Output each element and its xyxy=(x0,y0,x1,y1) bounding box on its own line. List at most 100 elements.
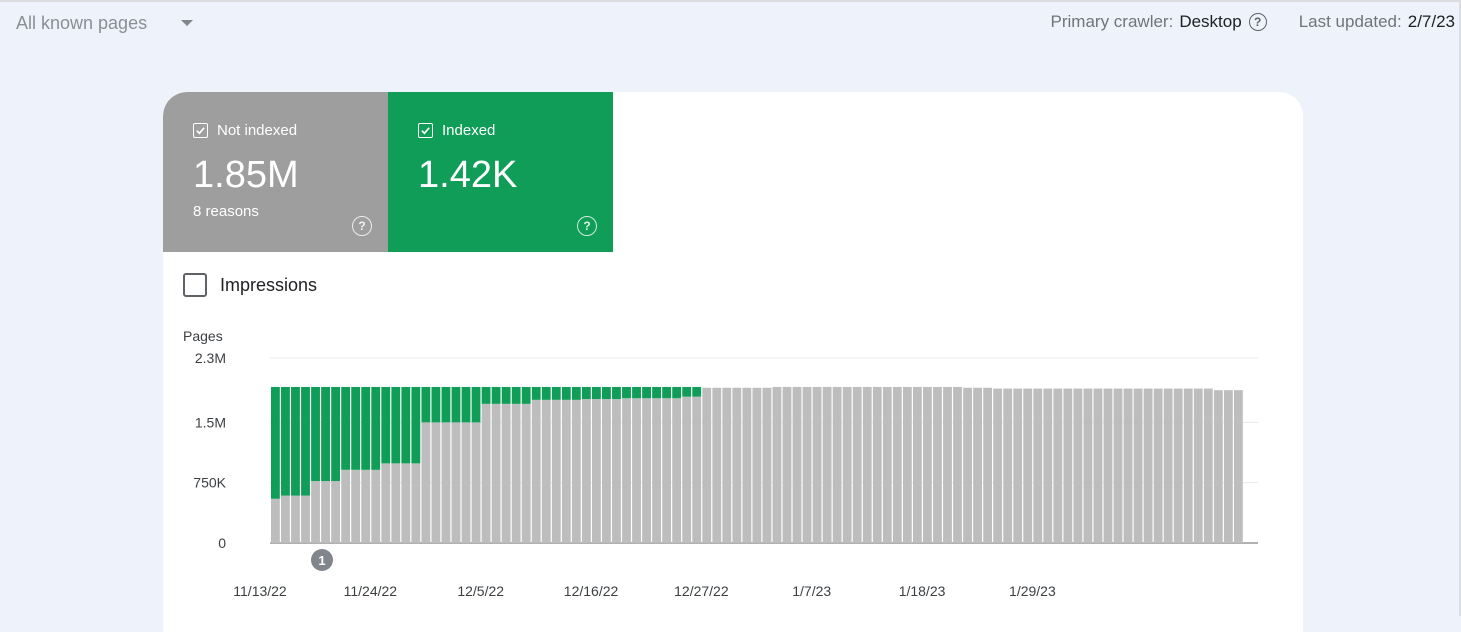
bar-not-indexed[interactable] xyxy=(622,398,631,543)
bar-not-indexed[interactable] xyxy=(993,388,1003,543)
bar-indexed[interactable] xyxy=(581,386,591,400)
bar-indexed[interactable] xyxy=(471,386,481,423)
bar-not-indexed[interactable] xyxy=(652,398,662,543)
bar-not-indexed[interactable] xyxy=(923,386,932,543)
bar-not-indexed[interactable] xyxy=(953,386,962,543)
bar-indexed[interactable] xyxy=(291,386,300,496)
bar-not-indexed[interactable] xyxy=(702,387,712,543)
bar-indexed[interactable] xyxy=(271,386,280,499)
bar-indexed[interactable] xyxy=(561,386,571,400)
bar-not-indexed[interactable] xyxy=(1133,388,1143,543)
bar-not-indexed[interactable] xyxy=(551,399,561,543)
bar-not-indexed[interactable] xyxy=(1043,388,1053,543)
bar-indexed[interactable] xyxy=(521,386,531,404)
bar-not-indexed[interactable] xyxy=(1123,388,1133,543)
bar-not-indexed[interactable] xyxy=(1233,390,1243,543)
bar-not-indexed[interactable] xyxy=(421,422,431,543)
bar-indexed[interactable] xyxy=(622,386,631,399)
bar-indexed[interactable] xyxy=(501,386,511,404)
bar-not-indexed[interactable] xyxy=(943,386,952,543)
bar-not-indexed[interactable] xyxy=(491,403,501,543)
bar-indexed[interactable] xyxy=(672,386,682,399)
bar-indexed[interactable] xyxy=(541,386,551,400)
bar-not-indexed[interactable] xyxy=(1183,388,1193,543)
bar-indexed[interactable] xyxy=(602,386,611,400)
bar-indexed[interactable] xyxy=(682,386,692,397)
bar-indexed[interactable] xyxy=(351,386,361,470)
bar-indexed[interactable] xyxy=(612,386,621,400)
bar-not-indexed[interactable] xyxy=(882,386,892,543)
bar-indexed[interactable] xyxy=(441,386,451,423)
bar-not-indexed[interactable] xyxy=(331,481,341,543)
bar-not-indexed[interactable] xyxy=(973,387,982,543)
bar-not-indexed[interactable] xyxy=(1223,390,1233,543)
bar-not-indexed[interactable] xyxy=(852,386,862,543)
bar-indexed[interactable] xyxy=(642,386,651,399)
bar-not-indexed[interactable] xyxy=(933,386,942,543)
bar-not-indexed[interactable] xyxy=(983,387,993,543)
bar-not-indexed[interactable] xyxy=(321,481,330,543)
bar-not-indexed[interactable] xyxy=(1063,388,1073,543)
bar-not-indexed[interactable] xyxy=(311,481,320,543)
bar-not-indexed[interactable] xyxy=(1153,388,1163,543)
bar-not-indexed[interactable] xyxy=(541,399,551,543)
bar-not-indexed[interactable] xyxy=(1033,388,1043,543)
bar-not-indexed[interactable] xyxy=(271,498,280,543)
bar-not-indexed[interactable] xyxy=(1093,388,1103,543)
bar-not-indexed[interactable] xyxy=(902,386,912,543)
bar-not-indexed[interactable] xyxy=(391,463,401,543)
bar-not-indexed[interactable] xyxy=(511,403,521,543)
bar-indexed[interactable] xyxy=(391,386,401,464)
bar-not-indexed[interactable] xyxy=(441,422,451,543)
bar-indexed[interactable] xyxy=(662,386,672,399)
bar-not-indexed[interactable] xyxy=(531,399,541,543)
bar-not-indexed[interactable] xyxy=(431,422,441,543)
bar-not-indexed[interactable] xyxy=(281,495,290,543)
bar-not-indexed[interactable] xyxy=(612,399,621,543)
bar-not-indexed[interactable] xyxy=(451,422,461,543)
bar-not-indexed[interactable] xyxy=(963,387,972,543)
bar-not-indexed[interactable] xyxy=(732,387,742,543)
bar-not-indexed[interactable] xyxy=(642,398,651,543)
bar-not-indexed[interactable] xyxy=(1053,388,1063,543)
bar-not-indexed[interactable] xyxy=(341,469,351,543)
bar-indexed[interactable] xyxy=(491,386,501,404)
help-icon[interactable]: ? xyxy=(1248,13,1267,31)
bar-not-indexed[interactable] xyxy=(682,396,692,543)
bar-indexed[interactable] xyxy=(361,386,371,470)
bar-not-indexed[interactable] xyxy=(351,469,361,543)
bar-not-indexed[interactable] xyxy=(1023,388,1033,543)
bar-not-indexed[interactable] xyxy=(471,422,481,543)
bar-not-indexed[interactable] xyxy=(591,399,601,543)
bar-not-indexed[interactable] xyxy=(782,386,792,543)
bar-indexed[interactable] xyxy=(551,386,561,400)
bar-indexed[interactable] xyxy=(591,386,601,400)
bar-not-indexed[interactable] xyxy=(501,403,511,543)
bar-not-indexed[interactable] xyxy=(521,403,531,543)
pages-filter-dropdown[interactable]: All known pages xyxy=(16,10,194,36)
bar-not-indexed[interactable] xyxy=(1173,388,1183,543)
bar-not-indexed[interactable] xyxy=(1113,388,1123,543)
bar-indexed[interactable] xyxy=(341,386,351,470)
bar-indexed[interactable] xyxy=(692,386,702,397)
bar-not-indexed[interactable] xyxy=(842,386,852,543)
bar-indexed[interactable] xyxy=(632,386,641,399)
bar-not-indexed[interactable] xyxy=(301,495,310,543)
bar-not-indexed[interactable] xyxy=(742,387,752,543)
bar-not-indexed[interactable] xyxy=(361,469,371,543)
bar-not-indexed[interactable] xyxy=(752,387,762,543)
bar-not-indexed[interactable] xyxy=(872,386,882,543)
bar-not-indexed[interactable] xyxy=(1163,388,1173,543)
bar-not-indexed[interactable] xyxy=(371,469,381,543)
bar-not-indexed[interactable] xyxy=(461,422,471,543)
bar-not-indexed[interactable] xyxy=(632,398,641,543)
bar-not-indexed[interactable] xyxy=(1103,388,1113,543)
annotation-marker[interactable]: 1 xyxy=(311,549,333,571)
bar-not-indexed[interactable] xyxy=(1013,388,1023,543)
bar-indexed[interactable] xyxy=(461,386,471,423)
bar-not-indexed[interactable] xyxy=(712,387,722,543)
bar-indexed[interactable] xyxy=(321,386,330,482)
bar-not-indexed[interactable] xyxy=(1003,388,1013,543)
bar-not-indexed[interactable] xyxy=(662,398,672,543)
bar-indexed[interactable] xyxy=(531,386,541,400)
